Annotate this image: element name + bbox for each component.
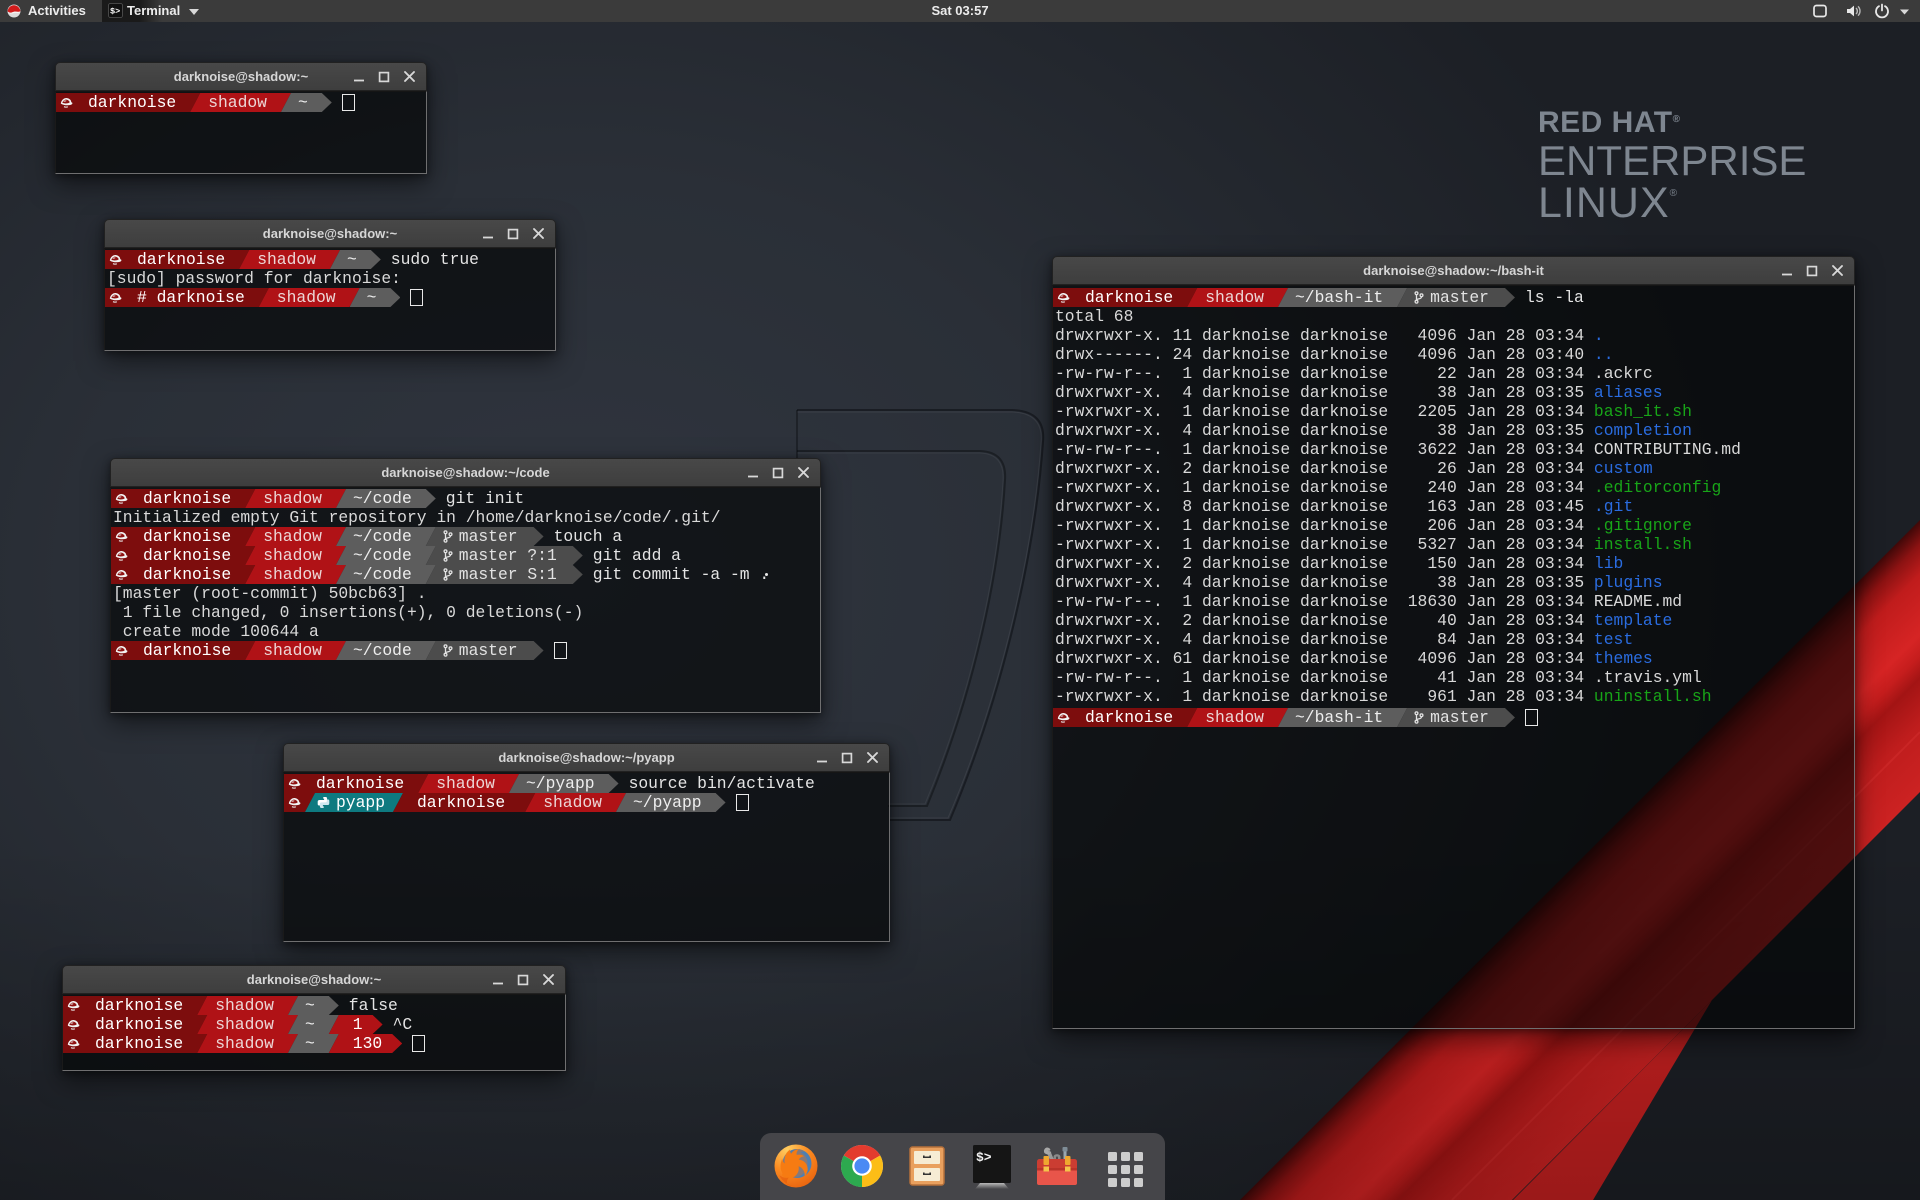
svg-text:$>: $> (110, 7, 120, 17)
svg-text:$>: $> (976, 1150, 992, 1165)
